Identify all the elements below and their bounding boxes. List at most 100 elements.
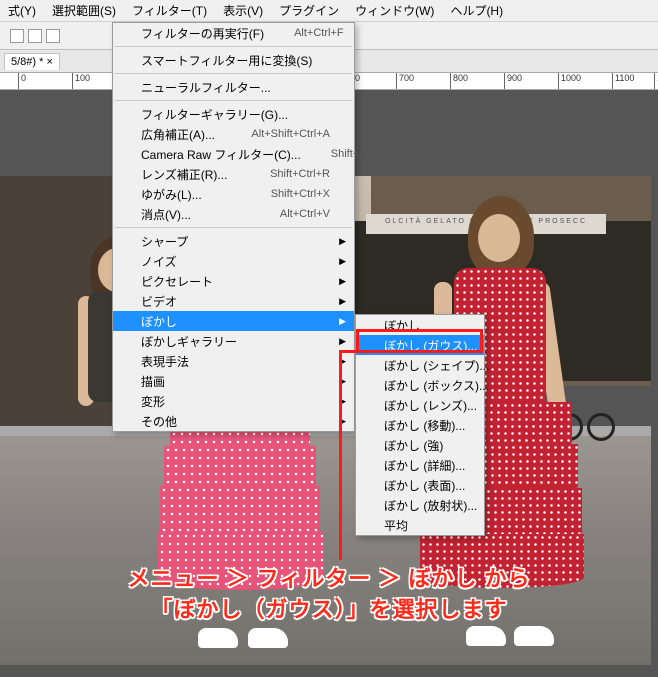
label: フィルターギャラリー(G)... [141,106,288,123]
menu-view[interactable]: 表示(V) [215,0,271,21]
shortcut: Shift+Ctrl+R [270,168,330,180]
menu-window[interactable]: ウィンドウ(W) [347,0,442,21]
submenu-radial-blur[interactable]: ぼかし (放射状)... [356,495,484,515]
label: ノイズ [141,253,177,270]
menu-noise[interactable]: ノイズ ▶ [113,251,354,271]
label: ぼかし (強) [384,437,443,454]
menu-distort[interactable]: 変形▶ [113,391,354,411]
menu-camera-raw[interactable]: Camera Raw フィルター(C)...Shift+Ctrl+A [113,144,354,164]
label: Camera Raw フィルター(C)... [141,146,301,163]
menu-lens-correction[interactable]: レンズ補正(R)... Shift+Ctrl+R [113,164,354,184]
menu-stylize[interactable]: 描画 ▶ [113,371,354,391]
menu-liquify[interactable]: ゆがみ(L)... Shift+Ctrl+X [113,184,354,204]
label: レンズ補正(R)... [141,166,227,183]
label: ぼかし (詳細)... [384,457,465,474]
label: 変形 [141,393,165,410]
ruler-tick: 900 [504,73,522,90]
ruler-tick: 700 [396,73,414,90]
menu-video[interactable]: ビデオ ▶ [113,291,354,311]
label: ぼかしギャラリー [141,333,237,350]
label: ぼかし [384,317,420,334]
submenu-gaussian-blur[interactable]: ぼかし (ガウス)... [356,335,484,355]
menu-plugin[interactable]: プラグイン [271,0,347,21]
chevron-right-icon: ▶ [339,336,346,347]
menu-filter-gallery[interactable]: フィルターギャラリー(G)... [113,104,354,124]
ruler-tick: 800 [450,73,468,90]
menu-pixelate[interactable]: ピクセレート ▶ [113,271,354,291]
label: ぼかし [141,313,177,330]
submenu-shape-blur[interactable]: ぼかし (シェイプ)... [356,355,484,375]
submenu-blur[interactable]: ぼかし [356,315,484,335]
menu-neural-filter[interactable]: ニューラルフィルター... [113,77,354,97]
label: ぼかし (ボックス)... [384,377,489,394]
label: その他 [141,413,177,430]
menu-filter[interactable]: フィルター(T) [124,0,215,21]
menu-help[interactable]: ヘルプ(H) [442,0,511,21]
label: フィルターの再実行(F) [141,25,264,42]
menu-blur[interactable]: ぼかし ▶ [113,311,354,331]
submenu-blur-more[interactable]: ぼかし (強) [356,435,484,455]
menu-blur-gallery[interactable]: ぼかしギャラリー ▶ [113,331,354,351]
menu-separator [115,73,352,74]
menu-wide-angle[interactable]: 広角補正(A)... Alt+Shift+Ctrl+A [113,124,354,144]
chevron-right-icon: ▶ [339,236,346,247]
menu-filter-rerun[interactable]: フィルターの再実行(F) Alt+Ctrl+F [113,23,354,43]
menu-other[interactable]: その他▶ [113,411,354,431]
chevron-right-icon: ▶ [339,316,346,327]
label: 平均 [384,517,408,534]
label: ぼかし (レンズ)... [384,397,477,414]
label: ぼかし (放射状)... [384,497,477,514]
menu-format[interactable]: 式(Y) [0,0,44,21]
label: ゆがみ(L)... [141,186,202,203]
annotation-line1: メニュー ＞ フィルター ＞ ぼかし から [0,561,658,593]
align-center-icon[interactable] [28,29,42,43]
menu-separator [115,227,352,228]
chevron-right-icon: ▶ [339,276,346,287]
chevron-right-icon: ▶ [339,356,346,367]
chevron-right-icon: ▶ [339,296,346,307]
label: ぼかし (シェイプ)... [384,357,489,374]
label: 広角補正(A)... [141,126,215,143]
blur-submenu: ぼかし ぼかし (ガウス)... ぼかし (シェイプ)... ぼかし (ボックス… [355,314,485,536]
menu-select[interactable]: 選択範囲(S) [44,0,124,21]
label: スマートフィルター用に変換(S) [141,52,312,69]
submenu-smart-blur[interactable]: ぼかし (詳細)... [356,455,484,475]
label: 消点(V)... [141,206,191,223]
label: 描画 [141,373,165,390]
label: 表現手法 [141,353,189,370]
menu-sharpen[interactable]: シャープ ▶ [113,231,354,251]
align-right-icon[interactable] [46,29,60,43]
label: シャープ [141,233,188,250]
shortcut: Shift+Ctrl+X [271,188,330,200]
filter-dropdown: フィルターの再実行(F)Alt+Ctrl+F スマートフィルター用に変換(S) … [112,22,355,432]
menu-separator [115,100,352,101]
ruler-tick: 1100 [612,73,634,90]
ruler-tick: 0 [18,73,26,90]
shortcut: Alt+Shift+Ctrl+A [251,128,330,140]
align-left-icon[interactable] [10,29,24,43]
submenu-motion-blur[interactable]: ぼかし (移動)... [356,415,484,435]
submenu-average[interactable]: 平均 [356,515,484,535]
annotation-line2: 「ぼかし（ガウス）」を選択します [0,592,658,624]
menu-smart-filter[interactable]: スマートフィルター用に変換(S) [113,50,354,70]
label: ニューラルフィルター... [141,79,271,96]
menu-render[interactable]: 表現手法 ▶ [113,351,354,371]
shortcut: Alt+Ctrl+F [294,27,344,39]
shortcut: Shift+Ctrl+A [331,148,390,160]
document-tab[interactable]: 5/8#) * × [4,53,60,70]
chevron-right-icon: ▶ [339,256,346,267]
label: ピクセレート [141,273,213,290]
label: ビデオ [141,293,177,310]
ruler-tick: 120 [654,73,658,90]
submenu-surface-blur[interactable]: ぼかし (表面)... [356,475,484,495]
submenu-lens-blur[interactable]: ぼかし (レンズ)... [356,395,484,415]
ruler-tick: 1000 [558,73,581,90]
menubar: 式(Y) 選択範囲(S) フィルター(T) 表示(V) プラグイン ウィンドウ(… [0,0,658,22]
submenu-box-blur[interactable]: ぼかし (ボックス)... [356,375,484,395]
label: ぼかし (ガウス)... [384,337,477,354]
ruler-tick: 100 [72,73,90,90]
label: ぼかし (移動)... [384,417,465,434]
menu-vanishing-point[interactable]: 消点(V)...Alt+Ctrl+V [113,204,354,224]
label: ぼかし (表面)... [384,477,465,494]
chevron-right-icon: ▶ [339,376,346,387]
